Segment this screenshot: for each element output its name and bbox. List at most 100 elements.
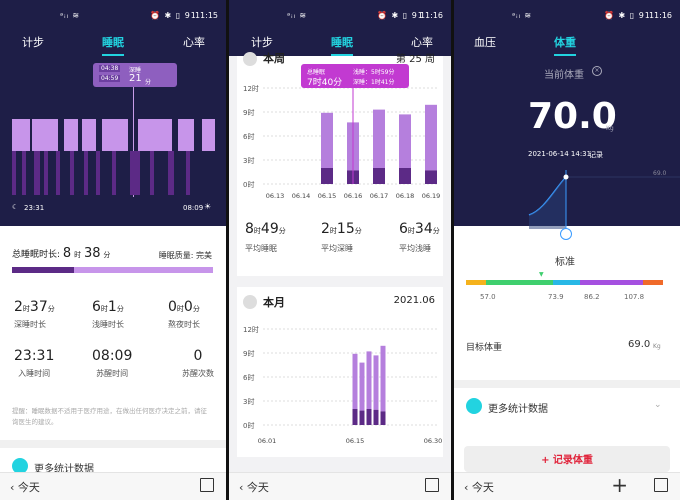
scale-marker-icon: [560, 228, 572, 240]
deep-sleep-bar[interactable]: [425, 170, 437, 184]
status-bar: ᵃᵢₗ ≋ ⏰ ✱ ▯ 91 11:16: [454, 0, 680, 30]
sleep-ratio-bar: [12, 267, 213, 273]
stat-item: 0时0分熬夜时长: [168, 296, 200, 330]
alarm-icon: ⏰ ✱ ▯ 91: [150, 11, 197, 20]
share-icon[interactable]: [425, 478, 439, 492]
stat-value: 2时37分: [14, 299, 55, 315]
y-tick-label: 12时: [243, 325, 259, 334]
chevron-down-icon[interactable]: ⌄: [654, 400, 662, 410]
sun-icon: ☀: [204, 202, 212, 211]
x-tick-label: 06.19: [422, 192, 441, 200]
deep-sleep-portion: [12, 267, 75, 273]
stats-icon: [466, 398, 482, 414]
stat-label: 浅睡时长: [92, 320, 124, 329]
average-item: 2时15分 平均深睡: [321, 218, 362, 254]
month-date: 2021.06: [393, 295, 435, 306]
y-tick-label: 9时: [243, 349, 254, 358]
more-stats[interactable]: 更多统计数据: [488, 400, 548, 415]
status-bar: ᵃᵢₗ ≋ ⏰ ✱ ▯ 91 11:16: [229, 0, 451, 30]
quality-value: 完美: [196, 251, 212, 260]
week-chart: 12时 9时 6时 3时 0时 06.13 06.14 06.15 06.16 06.17 06.1…: [243, 78, 441, 200]
share-icon[interactable]: [654, 478, 668, 492]
deep-sleep-block: [130, 151, 140, 195]
chart-icon: [243, 295, 257, 309]
stat-item: 2时37分深睡时长: [14, 296, 55, 330]
bottom-bar: ‹ 今天: [229, 472, 451, 500]
tab-sleep[interactable]: 睡眠: [102, 34, 124, 56]
light-sleep-bar[interactable]: [352, 353, 358, 409]
back-label: 今天: [17, 481, 40, 494]
tooltip-start: 04:38: [99, 65, 121, 72]
sleep-week-panel: ᵃᵢₗ ≋ ⏰ ✱ ▯ 91 11:16 计步 睡眠 心率 本周 第 25 周 …: [229, 0, 451, 500]
bottom-bar: ‹ 今天: [0, 472, 226, 500]
tab-sleep[interactable]: 睡眠: [331, 34, 353, 56]
deep-sleep-bar[interactable]: [321, 168, 333, 184]
average-value: 2时15分: [321, 221, 362, 237]
light-sleep-bar[interactable]: [321, 112, 333, 168]
add-weight-label: + 记录体重: [541, 455, 593, 466]
total-sleep: 总睡眠时长: 8 时 38 分: [12, 246, 110, 261]
tab-steps[interactable]: 计步: [22, 34, 44, 50]
tab-heart-rate[interactable]: 心率: [411, 34, 433, 50]
stat-label: 熬夜时长: [168, 320, 200, 329]
average-value: 6时34分: [399, 221, 440, 237]
deep-sleep-bar[interactable]: [399, 168, 411, 184]
light-sleep-bar[interactable]: [373, 355, 379, 410]
chart-icon: [243, 52, 257, 66]
deep-sleep-block: [44, 151, 48, 195]
share-icon[interactable]: [200, 478, 214, 492]
info-icon[interactable]: ×: [592, 66, 602, 76]
tab-blood-pressure[interactable]: 血压: [474, 34, 496, 50]
back-today[interactable]: ‹ 今天: [10, 479, 40, 495]
sleep-end-time: 08:09: [183, 204, 204, 212]
average-label: 平均浅睡: [399, 244, 431, 253]
tab-steps[interactable]: 计步: [251, 34, 273, 50]
scale-label: 73.9: [548, 293, 564, 301]
hours-unit: 时: [74, 251, 82, 259]
scale-segment: [580, 280, 644, 285]
deep-sleep-bar[interactable]: [366, 409, 372, 425]
add-weight-button[interactable]: + 记录体重: [464, 446, 670, 472]
signal-icon: ᵃᵢₗ ≋: [60, 11, 81, 20]
x-tick-label: 06.16: [344, 192, 363, 200]
scale-label: 86.2: [584, 293, 600, 301]
light-sleep-block: [202, 119, 215, 151]
stat-item: 0 苏醒次数: [182, 348, 214, 379]
weight-trend: [528, 170, 680, 229]
tab-heart-rate[interactable]: 心率: [183, 34, 205, 50]
stat-value: 0: [193, 348, 203, 364]
sleep-tooltip: 04:38 04:59 深睡 21 分: [93, 63, 177, 87]
stat-value: 08:09: [92, 348, 133, 364]
deep-sleep-bar[interactable]: [373, 409, 379, 425]
stat-label: 深睡时长: [14, 320, 46, 329]
deep-sleep-bar[interactable]: [352, 409, 358, 425]
deep-sleep-bar[interactable]: [359, 410, 365, 425]
light-sleep-bar[interactable]: [425, 104, 437, 171]
tooltip-end: 04:59: [99, 75, 121, 82]
light-sleep-bar[interactable]: [373, 109, 385, 168]
light-sleep-block: [32, 119, 58, 151]
plus-icon[interactable]: +: [611, 473, 628, 497]
tab-weight[interactable]: 体重: [554, 34, 576, 56]
deep-sleep-bar[interactable]: [373, 168, 385, 184]
tab-bar: 计步 睡眠 心率: [0, 30, 226, 56]
stat-item: 6时1分 浅睡时长: [92, 296, 124, 330]
light-sleep-bar[interactable]: [359, 362, 365, 411]
bmi-scale: [466, 280, 663, 285]
back-today[interactable]: ‹ 今天: [239, 479, 269, 495]
status-time: 11:16: [648, 11, 672, 20]
light-sleep-bar[interactable]: [399, 114, 411, 168]
week-title: 本周: [263, 52, 285, 65]
back-today[interactable]: ‹ 今天: [464, 479, 494, 495]
light-sleep-bar[interactable]: [380, 345, 386, 412]
light-sleep-block: [82, 119, 96, 151]
scale-label: 107.8: [624, 293, 645, 301]
tooltip-value: 21: [129, 73, 142, 84]
light-sleep-block: [178, 119, 194, 151]
stat-value: 0时0分: [168, 299, 200, 315]
light-sleep-bar[interactable]: [366, 351, 372, 409]
y-tick-label: 0时: [243, 421, 254, 430]
bottom-bar: ‹ 今天 +: [454, 472, 680, 500]
average-item: 6时34分平均浅睡: [399, 218, 440, 254]
deep-sleep-bar[interactable]: [380, 411, 386, 425]
